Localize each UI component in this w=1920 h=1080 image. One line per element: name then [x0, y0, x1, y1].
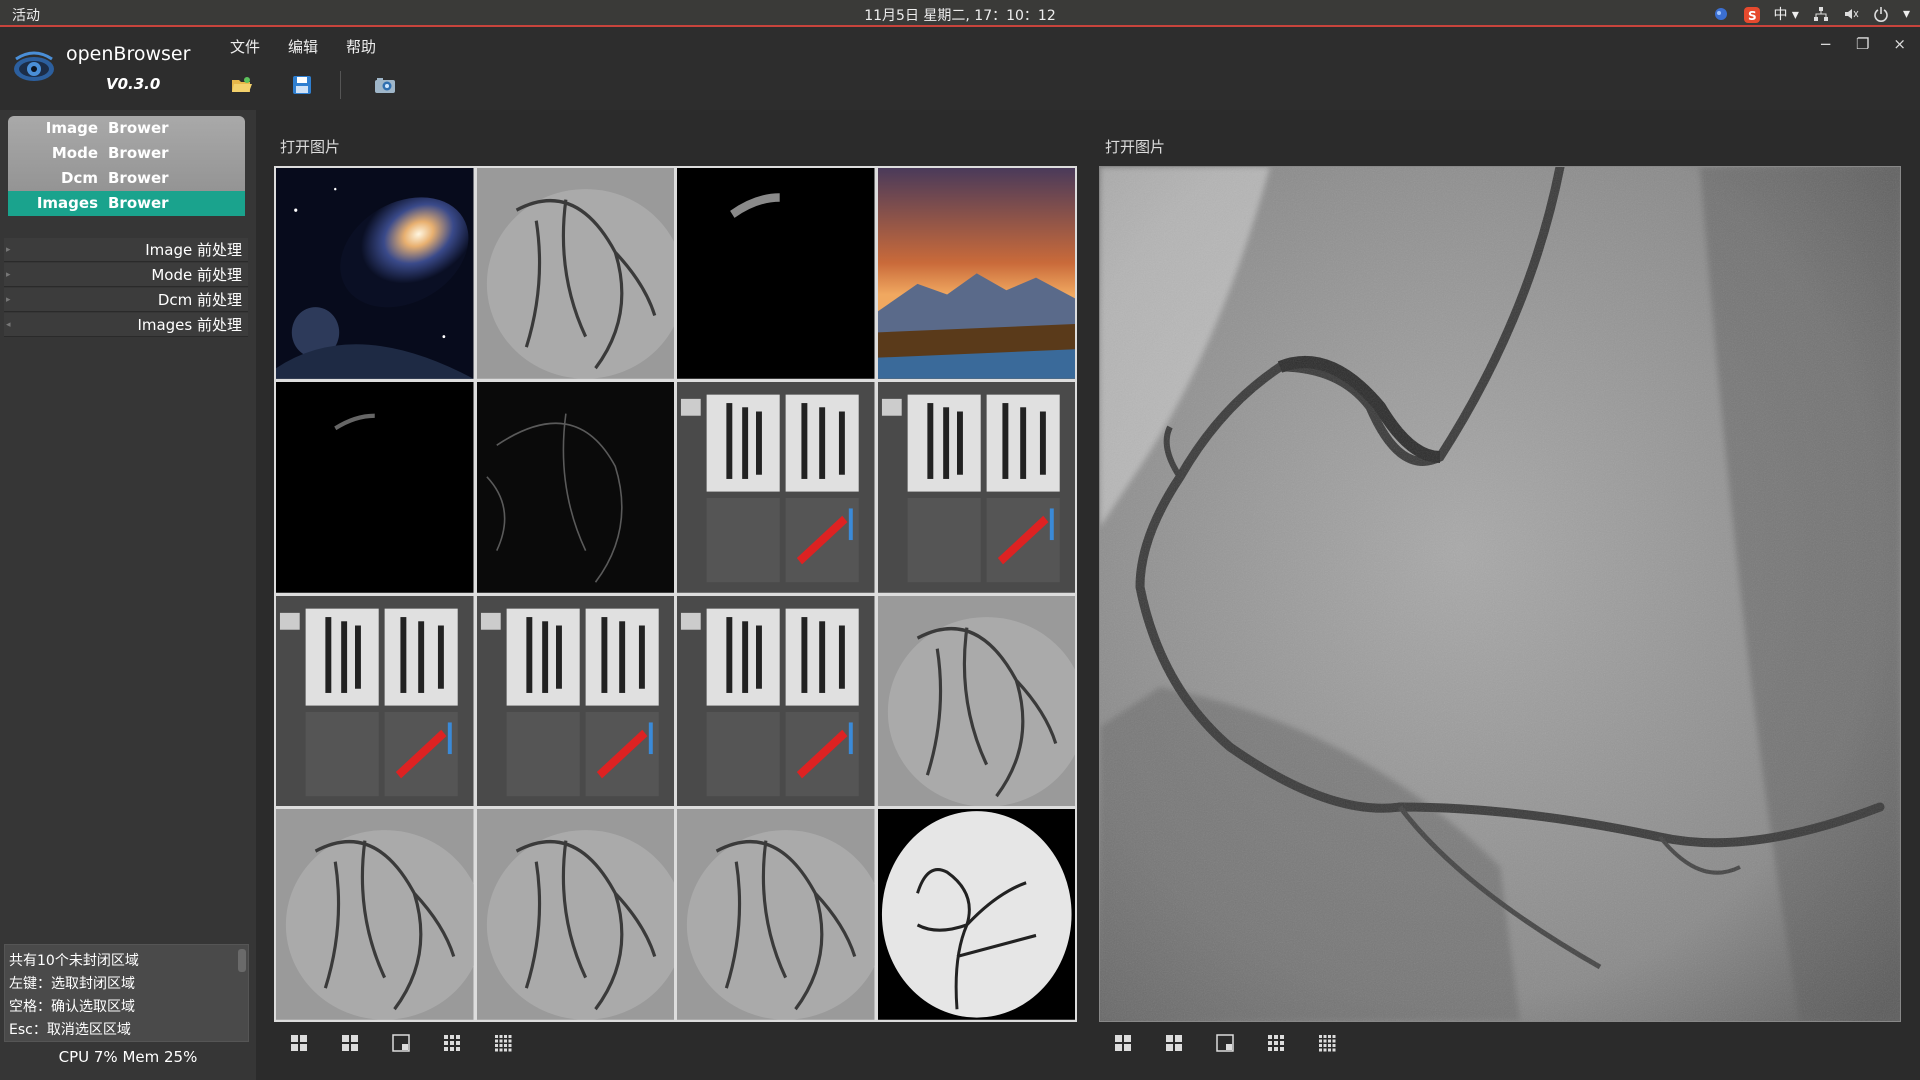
tree-item-mode-preprocess[interactable]: ▸ Mode 前处理: [4, 263, 248, 287]
layout-3x3-icon: [1268, 1035, 1284, 1051]
layout-3x3-button[interactable]: [443, 1034, 461, 1056]
right-layout-bar: [1114, 1034, 1336, 1056]
nav-item-images-brower[interactable]: Images Brower: [8, 191, 245, 216]
tree-item-images-preprocess[interactable]: ◂ Images 前处理: [4, 313, 248, 337]
thumbnail-angiogram[interactable]: [476, 809, 674, 1020]
svg-text:S: S: [1748, 9, 1757, 23]
network-globe-icon[interactable]: [1713, 6, 1729, 22]
layout-split-button[interactable]: [1216, 1034, 1234, 1056]
thumbnail-angiogram[interactable]: [476, 168, 674, 379]
toolbar: [228, 71, 431, 99]
thumbnail-software-screenshot[interactable]: [677, 595, 875, 807]
layout-4x4-button[interactable]: [1318, 1034, 1336, 1056]
app-version: V0.3.0: [106, 75, 161, 93]
tree-item-dcm-preprocess[interactable]: ▸ Dcm 前处理: [4, 288, 248, 312]
save-button[interactable]: [288, 71, 316, 99]
app-name: openBrowser: [66, 43, 191, 65]
status-line: 左键：选取封闭区域: [9, 976, 135, 992]
cpu-mem-readout: CPU 7% Mem 25%: [58, 1048, 198, 1066]
layout-2x2-button[interactable]: [1165, 1034, 1183, 1056]
layout-2x2-icon: [1166, 1035, 1182, 1051]
thumbnail-software-screenshot[interactable]: [476, 595, 674, 807]
input-method-indicator[interactable]: 中 ▾: [1773, 4, 1798, 24]
layout-4x4-icon: [495, 1035, 512, 1052]
layout-2x2-button[interactable]: [341, 1034, 359, 1056]
status-scrollbar[interactable]: [238, 949, 246, 972]
left-sidebar: Image Brower Mode Brower Dcm Brower Images B…: [0, 110, 256, 1080]
layout-1x1-icon: [1115, 1035, 1131, 1051]
menu-file[interactable]: 文件: [230, 36, 260, 57]
save-icon: [293, 76, 311, 94]
minimize-icon[interactable]: −: [1819, 35, 1832, 53]
network-wired-icon[interactable]: [1813, 6, 1829, 22]
power-icon[interactable]: [1873, 6, 1889, 22]
system-menu-chevron-icon[interactable]: ▾: [1903, 6, 1910, 22]
system-top-bar: 活动 11月5日 星期二, 17：10：12 S 中 ▾ ▾: [0, 0, 1920, 27]
menu-bar: 文件 编辑 帮助: [230, 36, 376, 57]
system-tray: S 中 ▾ ▾: [1713, 4, 1910, 24]
thumbnail-black-vessel-small[interactable]: [276, 381, 474, 593]
nav-item-image-brower[interactable]: Image Brower: [8, 116, 245, 141]
expand-arrow-icon[interactable]: ▸: [6, 270, 11, 280]
app-header: openBrowser V0.3.0 文件 编辑 帮助 − ❐ ×: [0, 27, 1920, 110]
eye-logo-icon: [14, 51, 54, 81]
camera-icon: [375, 78, 395, 93]
thumbnail-angiogram[interactable]: [276, 809, 474, 1020]
thumbnail-software-screenshot[interactable]: [276, 595, 474, 807]
menu-help[interactable]: 帮助: [346, 36, 376, 57]
layout-2x2-icon: [342, 1035, 358, 1051]
left-panel-title: 打开图片: [280, 138, 341, 156]
image-viewer[interactable]: [1099, 166, 1901, 1022]
thumbnail-angiogram[interactable]: [677, 809, 875, 1020]
expand-arrow-icon[interactable]: ▸: [6, 295, 11, 305]
close-icon[interactable]: ×: [1893, 35, 1906, 53]
expand-arrow-icon[interactable]: ▸: [6, 245, 11, 255]
restore-icon[interactable]: ❐: [1856, 35, 1869, 53]
layout-1x1-icon: [291, 1035, 307, 1051]
status-message-box: 共有10个未封闭区域 左键：选取封闭区域 空格：确认选取区域 Esc：取消选区区…: [4, 944, 249, 1042]
thumbnail-edge-map[interactable]: [476, 381, 674, 593]
layout-1x1-button[interactable]: [1114, 1034, 1132, 1056]
status-line: Esc：取消选区区域: [9, 1022, 131, 1038]
layout-1x1-button[interactable]: [290, 1034, 308, 1056]
thumbnail-brain-angiogram[interactable]: [877, 809, 1075, 1020]
thumbnail-angiogram[interactable]: [877, 595, 1075, 807]
browser-mode-list: Image Brower Mode Brower Dcm Brower Images B…: [8, 116, 245, 216]
thumbnail-software-screenshot[interactable]: [877, 381, 1075, 593]
thumbnail-galaxy[interactable]: [276, 168, 474, 379]
open-folder-button[interactable]: [228, 71, 256, 99]
layout-split-icon: [392, 1034, 410, 1052]
menu-edit[interactable]: 编辑: [288, 36, 318, 57]
angiogram-large-view: [1100, 167, 1900, 1021]
right-panel-title: 打开图片: [1105, 138, 1166, 156]
sogou-ime-icon[interactable]: S: [1743, 6, 1761, 23]
thumbnail-grid: [274, 166, 1077, 1022]
thumbnail-software-screenshot[interactable]: [677, 381, 875, 593]
layout-split-icon: [1216, 1034, 1234, 1052]
status-line: 空格：确认选取区域: [9, 999, 135, 1015]
system-clock[interactable]: 11月5日 星期二, 17：10：12: [0, 5, 1920, 25]
toolbar-separator: [340, 71, 341, 99]
layout-4x4-icon: [1319, 1035, 1336, 1052]
layout-4x4-button[interactable]: [494, 1034, 512, 1056]
status-line: 共有10个未封闭区域: [9, 953, 139, 969]
left-layout-bar: [290, 1034, 512, 1056]
expand-arrow-icon[interactable]: ◂: [6, 320, 11, 330]
open-folder-icon: [232, 77, 252, 92]
preprocess-tree: ▸ Image 前处理 ▸ Mode 前处理 ▸ Dcm 前处理 ◂ Images 前处…: [4, 238, 248, 338]
layout-3x3-button[interactable]: [1267, 1034, 1285, 1056]
thumbnail-mountain-sunset[interactable]: [877, 168, 1075, 379]
window-controls: − ❐ ×: [1819, 35, 1906, 53]
screenshot-button[interactable]: [371, 71, 399, 99]
layout-3x3-icon: [444, 1035, 460, 1051]
tree-item-image-preprocess[interactable]: ▸ Image 前处理: [4, 238, 248, 262]
nav-item-mode-brower[interactable]: Mode Brower: [8, 141, 245, 166]
layout-split-button[interactable]: [392, 1034, 410, 1056]
volume-muted-icon[interactable]: [1843, 6, 1859, 22]
thumbnail-black-vessel[interactable]: [677, 168, 875, 379]
nav-item-dcm-brower[interactable]: Dcm Brower: [8, 166, 245, 191]
